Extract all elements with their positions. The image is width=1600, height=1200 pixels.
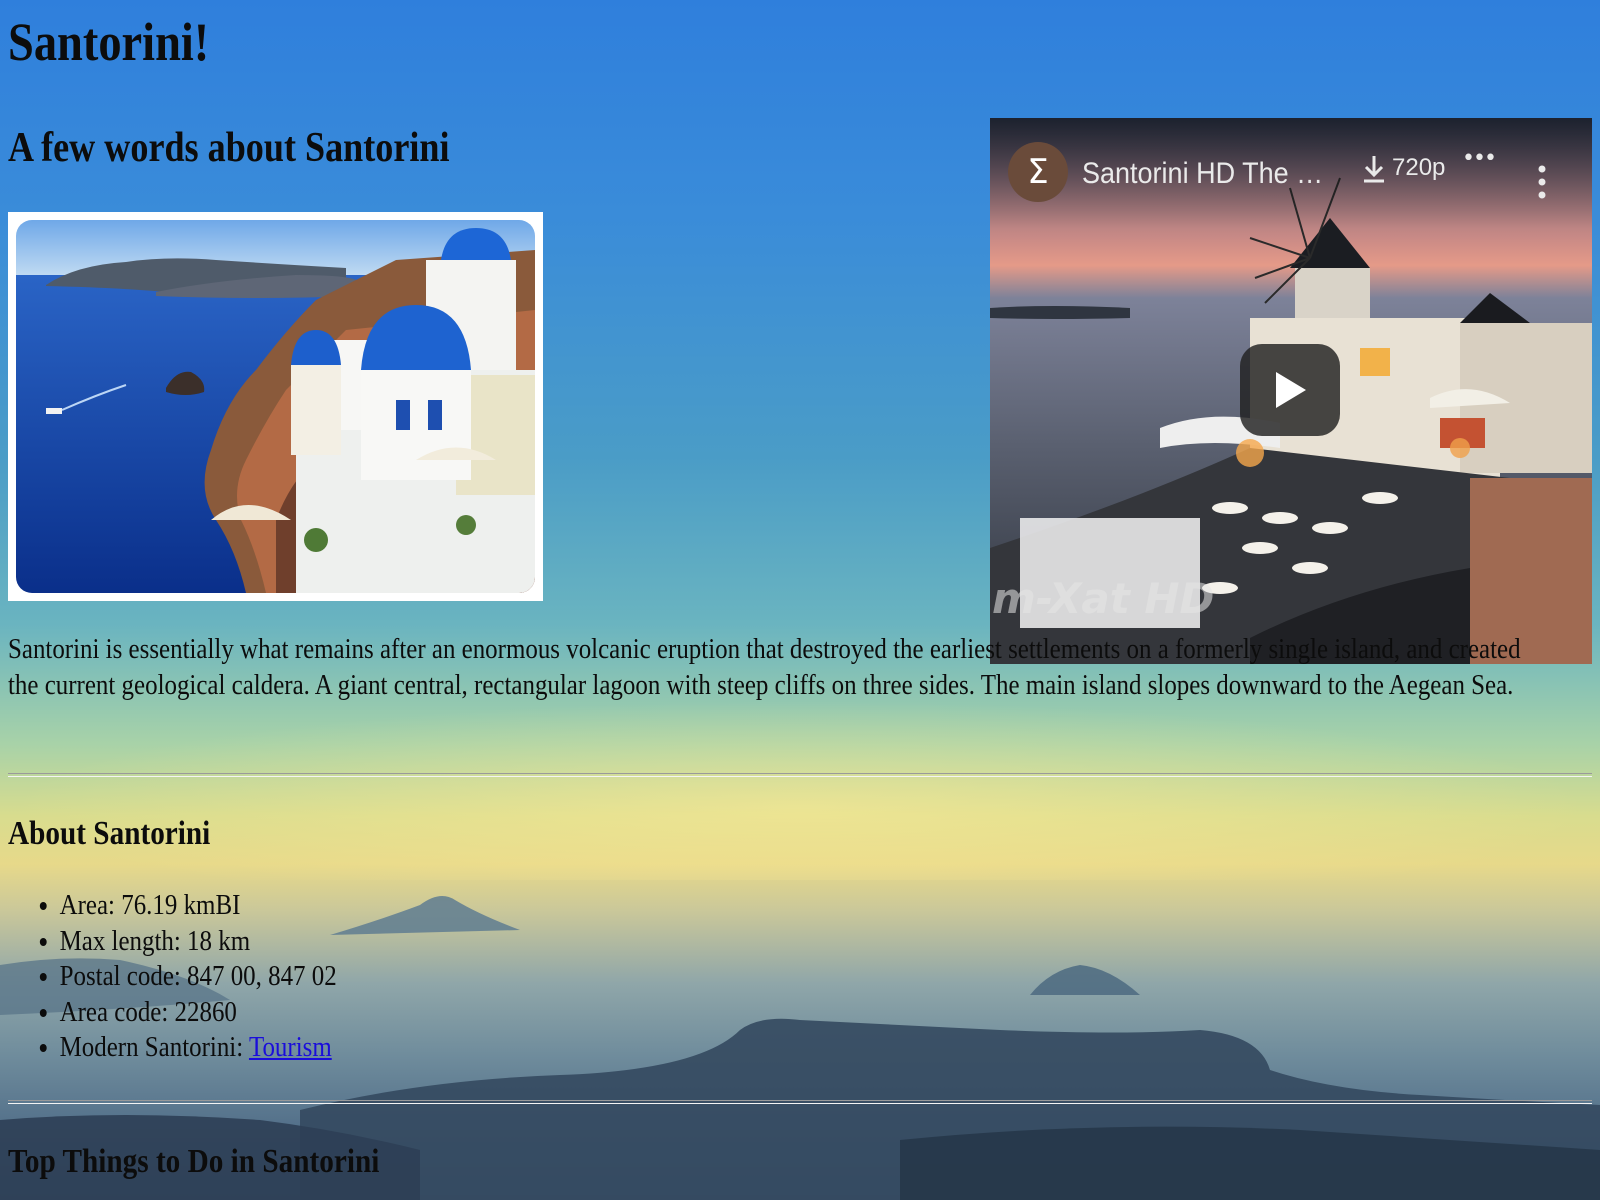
top-things-heading: Top Things to Do in Santorini xyxy=(8,1143,380,1180)
page-title: Santorini! xyxy=(8,12,210,72)
play-button[interactable] xyxy=(1240,344,1340,436)
facts-list: Area: 76.19 kmВІ Max length: 18 km Posta… xyxy=(8,888,337,1066)
divider xyxy=(8,1100,1592,1104)
divider xyxy=(8,773,1592,777)
video-player[interactable]: Σ Santorini HD The be... 720p ••• m-Xat … xyxy=(990,118,1592,664)
tourism-link[interactable]: Tourism xyxy=(249,1031,332,1063)
fact-area: Area: 76.19 kmВІ xyxy=(59,889,241,921)
list-item: Modern Santorini: Tourism xyxy=(60,1030,337,1066)
fact-postal-code: Postal code: 847 00, 847 02 xyxy=(59,960,337,992)
play-icon xyxy=(1276,372,1306,408)
list-item: Postal code: 847 00, 847 02 xyxy=(60,959,337,995)
list-item: Area: 76.19 kmВІ xyxy=(60,888,337,924)
fact-modern-santorini: Modern Santorini: xyxy=(59,1031,249,1063)
video-watermark: m-Xat HD xyxy=(992,574,1215,623)
santorini-photo-frame xyxy=(8,212,543,601)
santorini-photo xyxy=(16,220,535,593)
intro-paragraph: Santorini is essentially what remains af… xyxy=(8,633,1521,701)
lead-heading: A few words about Santorini xyxy=(8,125,450,171)
page-content: Santorini! A few words about Santorini xyxy=(0,0,1600,174)
list-item: Area code: 22860 xyxy=(60,995,337,1031)
fact-area-code: Area code: 22860 xyxy=(59,995,237,1028)
about-heading: About Santorini xyxy=(8,815,211,852)
fact-max-length: Max length: 18 km xyxy=(59,924,251,957)
list-item: Max length: 18 km xyxy=(60,924,337,960)
